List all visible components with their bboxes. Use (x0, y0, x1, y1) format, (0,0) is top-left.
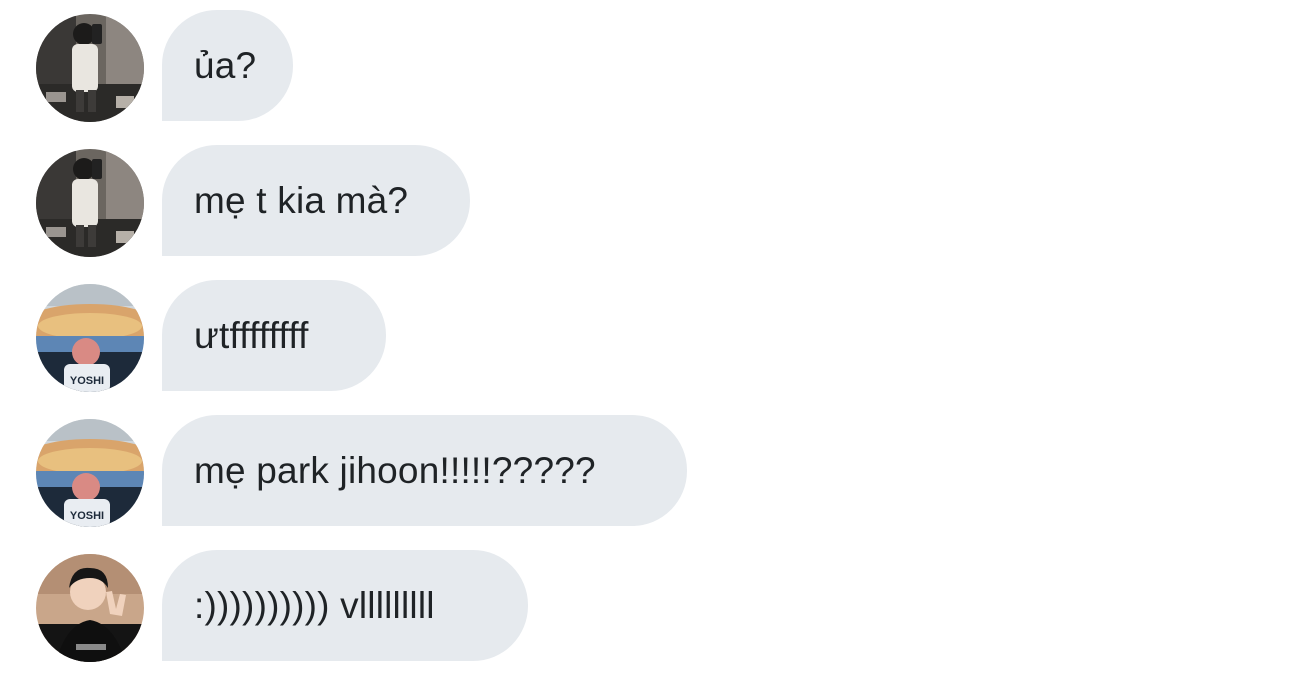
stadium-avatar[interactable]: YOSHI (36, 284, 144, 392)
message-row: mẹ t kia mà? (0, 145, 1290, 257)
jersey-text: YOSHI (70, 375, 104, 387)
message-text: ủa? (194, 44, 257, 86)
message-row: ủa? (0, 10, 1290, 122)
peace-sign-avatar[interactable] (36, 554, 144, 662)
message-text: mẹ park jihoon!!!!!????? (194, 449, 596, 491)
message-thread: ủa? mẹ t kia mà? YOSHI ưtffffffff YOSHI … (0, 0, 1290, 693)
message-row: :)))))))))) vlllllllll (0, 550, 1290, 662)
mirror-selfie-avatar[interactable] (36, 149, 144, 257)
jersey-text: YOSHI (70, 510, 104, 522)
message-text: ưtffffffff (194, 314, 309, 356)
message-bubble[interactable]: ưtffffffff (162, 280, 386, 391)
message-bubble[interactable]: :)))))))))) vlllllllll (162, 550, 528, 661)
message-text: :)))))))))) vlllllllll (194, 584, 435, 626)
message-bubble[interactable]: ủa? (162, 10, 293, 121)
message-bubble[interactable]: mẹ t kia mà? (162, 145, 470, 256)
message-bubble[interactable]: mẹ park jihoon!!!!!????? (162, 415, 687, 526)
stadium-avatar[interactable]: YOSHI (36, 419, 144, 527)
message-row: YOSHI ưtffffffff (0, 280, 1290, 392)
mirror-selfie-avatar[interactable] (36, 14, 144, 122)
message-row: YOSHI mẹ park jihoon!!!!!????? (0, 415, 1290, 527)
message-text: mẹ t kia mà? (194, 179, 409, 221)
